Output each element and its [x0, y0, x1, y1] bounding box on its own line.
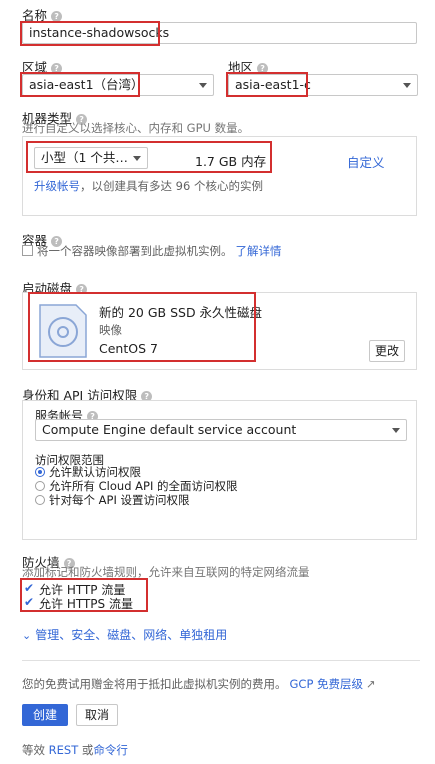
machine-type-subtitle: 进行自定义以选择核心、内存和 GPU 数量。 — [22, 121, 250, 135]
command-line-link[interactable]: 命令行 — [93, 743, 128, 757]
learn-more-link[interactable]: 了解详情 — [236, 244, 282, 258]
cancel-button[interactable]: 取消 — [76, 704, 119, 726]
gcp-free-tier-link[interactable]: GCP 免费层级 — [290, 677, 364, 691]
highlight-box-zone — [226, 72, 308, 97]
highlight-box-name — [20, 21, 160, 46]
radio-icon[interactable] — [35, 495, 45, 505]
radio-icon[interactable] — [35, 481, 45, 491]
free-trial-notice: 您的免费试用赠金将用于抵扣此虚拟机实例的费用。 GCP 免费层级 ↗ — [22, 677, 376, 691]
rest-link[interactable]: REST — [49, 743, 79, 757]
highlight-box-boot-disk — [28, 292, 256, 362]
external-link-icon: ↗ — [366, 677, 376, 691]
container-checkbox[interactable] — [22, 245, 33, 256]
divider — [22, 660, 420, 661]
create-button[interactable]: 创建 — [22, 704, 69, 726]
dropdown-caret-icon — [403, 83, 411, 88]
advanced-options-link[interactable]: ⌄ 管理、安全、磁盘、网络、单独租用 — [22, 626, 227, 643]
highlight-box-firewall — [20, 578, 148, 612]
dropdown-caret-icon — [392, 428, 400, 433]
equivalent-line: 等效 REST 或命令行 — [22, 743, 128, 757]
change-disk-button[interactable]: 更改 — [369, 340, 406, 362]
scope-option-custom[interactable]: 针对每个 API 设置访问权限 — [35, 492, 190, 508]
service-account-select[interactable]: Compute Engine default service account — [35, 419, 407, 441]
upgrade-note: 升级帐号，以创建具有多达 96 个核心的实例 — [34, 179, 263, 193]
dropdown-caret-icon — [199, 83, 207, 88]
customize-link[interactable]: 自定义 — [347, 152, 385, 171]
upgrade-account-link[interactable]: 升级帐号 — [34, 179, 80, 193]
highlight-box-machine — [26, 141, 272, 173]
chevron-double-down-icon: ⌄ — [22, 629, 32, 642]
container-row: 将一个容器映像部署到此虚拟机实例。 了解详情 — [22, 243, 282, 259]
radio-selected-icon[interactable] — [35, 467, 45, 477]
highlight-box-region — [20, 72, 140, 97]
